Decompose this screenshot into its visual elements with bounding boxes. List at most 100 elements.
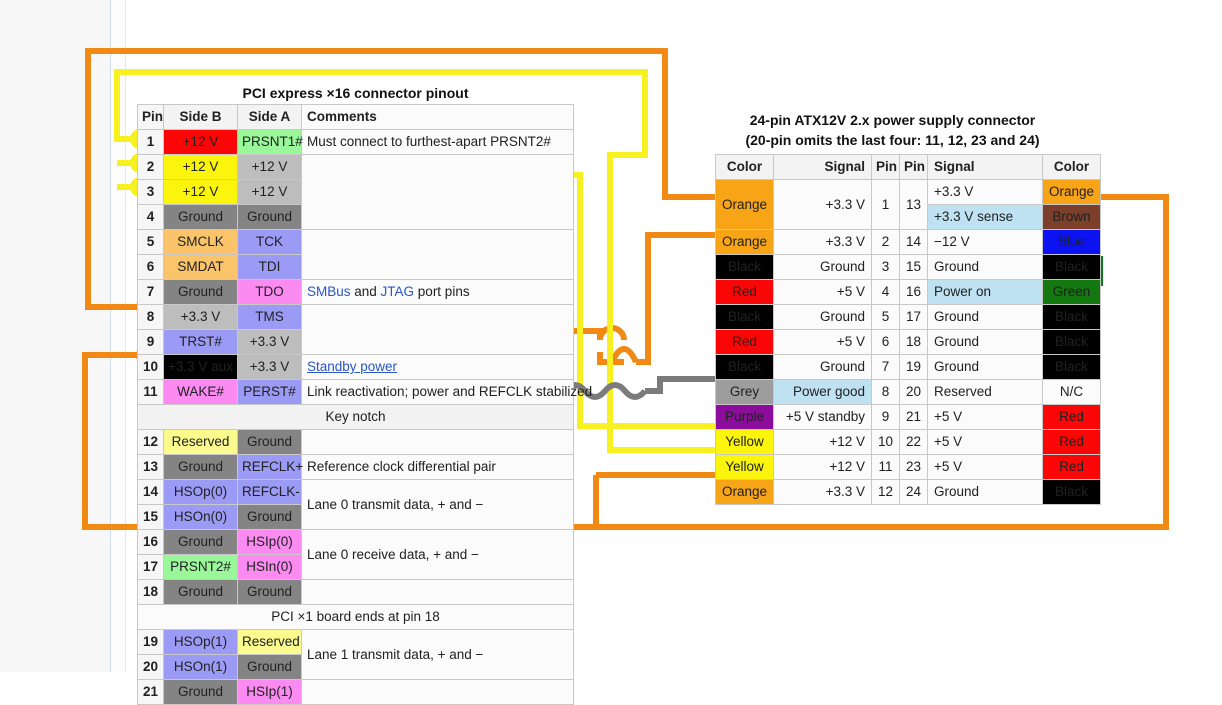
pci-cell-sideb: HSOn(1): [163, 654, 238, 680]
pci-cell-sideb: +12 V: [163, 154, 238, 180]
table-row: Orange +3.3 V 12 24 Ground Black: [715, 479, 1101, 505]
pci-cell-sidea: Ground: [237, 204, 302, 230]
table-row: 14 HSOp(0) REFCLK- Lane 0 transmit data, + …: [137, 479, 574, 530]
pci-cell-comment: Lane 0 transmit data, + and −: [301, 479, 574, 530]
pci-cell-sideb: HSOp(0): [163, 479, 238, 505]
pci-cell-sideb: HSOp(1): [163, 629, 238, 655]
pci-endnote-body: PCI ×1 board ends at pin 18: [137, 604, 574, 630]
pci-cell-comment: [301, 304, 574, 355]
pci-cell-pin: 12: [137, 429, 164, 455]
table-row: Red +5 V 4 16 Power on Green: [715, 279, 1101, 305]
pci-cell-sidea: +12 V: [237, 154, 302, 180]
atx-cell-signal-left: +5 V: [773, 329, 872, 355]
pci-header-row: Pin Side B Side A Comments: [137, 104, 574, 130]
pci-express-pinout: PCI express ×16 connector pinout Pin Sid…: [137, 82, 592, 705]
pci-cell-pin: 18: [137, 579, 164, 605]
table-row: 8 +3.3 V TMS: [137, 304, 574, 355]
atx-cell-pin-left: 4: [871, 279, 900, 305]
atx-cell-signal-right: Ground: [927, 329, 1043, 355]
table-row: 1 +12 V PRSNT1# Must connect to furthest-ap…: [137, 129, 574, 155]
pci-cell-pin: 10: [137, 354, 164, 380]
atx-cell-pin-left: 1: [871, 179, 900, 230]
pci-cell-pin: 5: [137, 229, 164, 255]
atx-cell-signal-right: +5 V: [927, 404, 1043, 430]
table-row: PCI ×1 board ends at pin 18: [137, 604, 574, 630]
atx-cell-pin-left: 5: [871, 304, 900, 330]
atx-cell-signal-left: Power good: [773, 379, 872, 405]
atx-cell-pin-left: 9: [871, 404, 900, 430]
atx-cell-pin-right: 22: [899, 429, 928, 455]
pci-end-note: PCI ×1 board ends at pin 18: [137, 604, 574, 630]
atx-cell-color-right: Orange: [1042, 179, 1101, 205]
pci-cell-comment: [301, 429, 574, 455]
atx-header-pin-left: Pin: [871, 154, 900, 180]
table-row: Black Ground 3 15 Ground Black: [715, 254, 1101, 280]
atx-cell-color-right: Red: [1042, 429, 1101, 455]
diagram-canvas: PCI express ×16 connector pinout Pin Sid…: [0, 0, 1222, 705]
pci-cell-pin: 19: [137, 629, 164, 655]
atx-cell-signal-right: +5 V: [927, 454, 1043, 480]
atx-cell-color-right: Brown: [1042, 204, 1101, 230]
atx-cell-color-left: Yellow: [715, 454, 774, 480]
pci-cell-comment: SMBus and JTAG port pins: [301, 279, 574, 305]
table-row: 5 SMCLK TCK: [137, 229, 574, 280]
atx-cell-color-left: Orange: [715, 179, 774, 230]
pci-cell-comment: [301, 679, 574, 705]
pci-cell-pin: 1: [137, 129, 164, 155]
table-row: 16 Ground HSIp(0) Lane 0 receive data, + an…: [137, 529, 574, 580]
smbus-link[interactable]: SMBus: [307, 284, 351, 299]
standby-power-link[interactable]: Standby power: [307, 359, 397, 374]
pci-cell-pin: 4: [137, 204, 164, 230]
atx-cell-signal-right: Ground: [927, 354, 1043, 380]
pci-table: Pin Side B Side A Comments 1 +12 V PRSNT1#…: [137, 104, 592, 705]
atx-cell-pin-right: 19: [899, 354, 928, 380]
atx-cell-signal-left: +5 V: [773, 279, 872, 305]
atx-cell-color-right: N/C: [1042, 379, 1101, 405]
table-row: Red +5 V 6 18 Ground Black: [715, 329, 1101, 355]
pci-cell-pin: 21: [137, 679, 164, 705]
pci-cell-sideb: +12 V: [163, 129, 238, 155]
pci-cell-sidea: Reserved: [237, 629, 302, 655]
atx-cell-signal-left: +12 V: [773, 454, 872, 480]
orange-wire-hops: [597, 325, 651, 365]
pci-header-sideb: Side B: [163, 104, 238, 130]
atx-cell-color-left: Red: [715, 279, 774, 305]
pci-cell-sidea: PRSNT1#: [237, 129, 303, 155]
table-row: 7 Ground TDO SMBus and JTAG port pins: [137, 279, 574, 305]
pci-cell-pin: 3: [137, 179, 164, 205]
pci-header-sidea: Side A: [237, 104, 302, 130]
atx-cell-signal-right: Power on: [927, 279, 1043, 305]
pci-cell-sideb: Ground: [163, 529, 238, 555]
pci-cell-sidea: REFCLK-: [237, 479, 302, 505]
table-row: 10 +3.3 V aux +3.3 V Standby power: [137, 354, 574, 380]
table-row: 13 Ground REFCLK+ Reference clock different…: [137, 454, 574, 480]
jtag-link[interactable]: JTAG: [381, 284, 415, 299]
table-row: 2 +12 V +12 V: [137, 154, 574, 230]
pci-cell-pin: 8: [137, 304, 164, 330]
atx-cell-signal-right: +3.3 V: [927, 179, 1043, 205]
atx-cell-pin-right: 15: [899, 254, 928, 280]
atx-cell-signal-left: +3.3 V: [773, 479, 872, 505]
atx-cell-color-right: Blue: [1042, 229, 1101, 255]
atx-cell-color-left: Orange: [715, 229, 774, 255]
pci-key-notch: Key notch: [137, 404, 574, 430]
pci-cell-sidea: REFCLK+: [237, 454, 303, 480]
pci-cell-sideb: SMCLK: [163, 229, 238, 255]
atx-cell-color-right: Red: [1042, 404, 1101, 430]
atx-cell-pin-right: 13: [899, 179, 928, 230]
page-gutter-inner: [111, 0, 126, 672]
atx-cell-color-right: Black: [1042, 254, 1101, 280]
pci-cell-sidea: TCK: [237, 229, 302, 255]
atx-cell-signal-left: +12 V: [773, 429, 872, 455]
pci-table-body-upper: 1 +12 V PRSNT1# Must connect to furthest-ap…: [137, 129, 592, 405]
pci-cell-pin: 16: [137, 529, 164, 555]
atx-cell-pin-left: 3: [871, 254, 900, 280]
atx-cell-color-left: Black: [715, 254, 774, 280]
pci-table-body-middle: 12 Reserved Ground 13 Ground REFCLK+ Reference…: [137, 429, 574, 605]
atx-cell-color-right: Black: [1042, 479, 1101, 505]
atx-cell-color-left: Purple: [715, 404, 774, 430]
pci-cell-sideb: +3.3 V aux: [163, 354, 238, 380]
table-row: Key notch: [137, 404, 574, 430]
pci-cell-sideb: HSOn(0): [163, 504, 238, 530]
pci-cell-sideb: +12 V: [163, 179, 238, 205]
